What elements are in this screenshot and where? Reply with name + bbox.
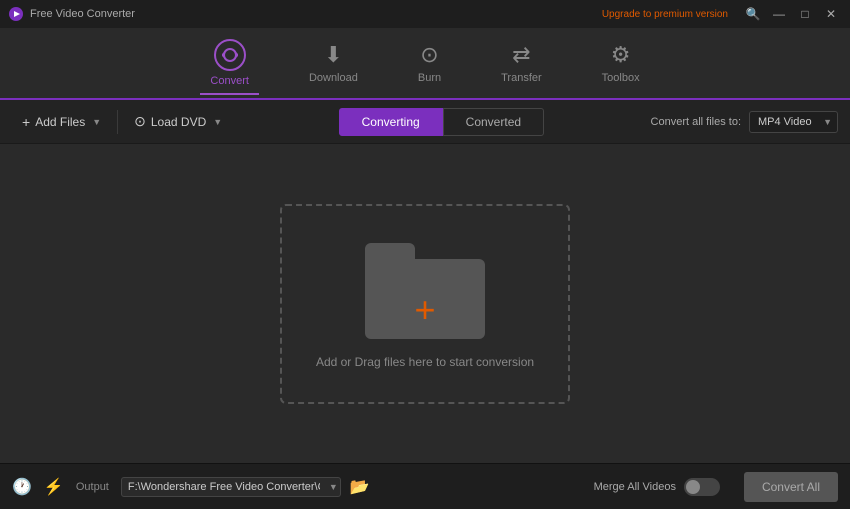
speed-icon[interactable]: ⚡: [44, 477, 64, 497]
app-logo-icon: [8, 6, 24, 22]
plus-icon: +: [414, 291, 435, 327]
tabs-area: Converting Converted: [232, 108, 650, 136]
search-button[interactable]: 🔍: [742, 6, 764, 22]
nav-item-transfer[interactable]: ⇄ Transfer: [491, 36, 552, 90]
nav-item-download[interactable]: ⬇ Download: [299, 36, 368, 90]
burn-icon: ⊙: [420, 42, 438, 68]
load-dvd-button[interactable]: ⊙ Load DVD ▼: [124, 108, 232, 135]
close-button[interactable]: ✕: [820, 6, 842, 22]
add-files-dropdown-icon[interactable]: ▼: [92, 117, 101, 127]
load-dvd-label: Load DVD: [151, 115, 206, 129]
nav-label-transfer: Transfer: [501, 72, 542, 84]
output-label: Output: [76, 481, 109, 493]
format-select[interactable]: MP4 Video AVI Video MOV Video MKV Video …: [749, 111, 838, 133]
toolbar-divider-1: [117, 110, 118, 134]
merge-toggle[interactable]: [684, 478, 720, 496]
nav-label-burn: Burn: [418, 72, 441, 84]
drop-zone-label: Add or Drag files here to start conversi…: [316, 355, 534, 369]
convert-all-label: Convert all files to:: [651, 116, 741, 128]
nav-label-convert: Convert: [210, 75, 249, 87]
add-files-icon: +: [22, 114, 30, 130]
add-files-button[interactable]: + Add Files ▼: [12, 109, 111, 135]
history-icon[interactable]: 🕐: [12, 477, 32, 497]
merge-area: Merge All Videos: [594, 478, 720, 496]
app-body: Free Video Converter Upgrade to premium …: [0, 0, 850, 509]
folder-tab: [365, 243, 415, 259]
transfer-icon: ⇄: [512, 42, 530, 68]
folder-icon-wrap: +: [365, 239, 485, 339]
load-dvd-icon: ⊙: [134, 113, 146, 130]
title-bar-left: Free Video Converter: [8, 6, 135, 22]
maximize-button[interactable]: □: [794, 6, 816, 22]
nav-bar: Convert ⬇ Download ⊙ Burn ⇄ Transfer ⚙ T…: [0, 28, 850, 100]
open-folder-button[interactable]: 📂: [350, 477, 370, 497]
nav-item-burn[interactable]: ⊙ Burn: [408, 36, 451, 90]
format-select-wrapper: MP4 Video AVI Video MOV Video MKV Video …: [749, 111, 838, 133]
nav-label-download: Download: [309, 72, 358, 84]
app-title: Free Video Converter: [30, 8, 135, 20]
upgrade-link[interactable]: Upgrade to premium version: [602, 9, 728, 20]
merge-toggle-knob: [686, 480, 700, 494]
output-path-input[interactable]: [121, 477, 341, 497]
folder-body: +: [365, 259, 485, 339]
tab-converted[interactable]: Converted: [443, 108, 544, 136]
nav-label-toolbox: Toolbox: [602, 72, 640, 84]
toolbar: + Add Files ▼ ⊙ Load DVD ▼ Converting Co…: [0, 100, 850, 144]
tab-converting[interactable]: Converting: [339, 108, 443, 136]
load-dvd-dropdown-icon[interactable]: ▼: [213, 117, 222, 127]
add-files-label: Add Files: [35, 115, 85, 129]
download-icon: ⬇: [324, 42, 342, 68]
title-bar-right: Upgrade to premium version 🔍 — □ ✕: [602, 6, 842, 22]
convert-svg-icon: [222, 47, 238, 63]
status-bar: 🕐 ⚡ Output ▼ 📂 Merge All Videos Convert …: [0, 463, 850, 509]
drop-zone[interactable]: + Add or Drag files here to start conver…: [280, 204, 570, 404]
title-bar: Free Video Converter Upgrade to premium …: [0, 0, 850, 28]
convert-all-button[interactable]: Convert All: [744, 472, 838, 502]
merge-label: Merge All Videos: [594, 481, 676, 493]
output-path-wrapper: ▼: [121, 477, 338, 497]
nav-item-convert[interactable]: Convert: [200, 33, 259, 95]
convert-all-area: Convert all files to: MP4 Video AVI Vide…: [651, 111, 838, 133]
minimize-button[interactable]: —: [768, 6, 790, 22]
toolbox-icon: ⚙: [611, 42, 631, 68]
convert-circle-icon: [214, 39, 246, 71]
main-content: + Add or Drag files here to start conver…: [0, 144, 850, 463]
nav-item-toolbox[interactable]: ⚙ Toolbox: [592, 36, 650, 90]
